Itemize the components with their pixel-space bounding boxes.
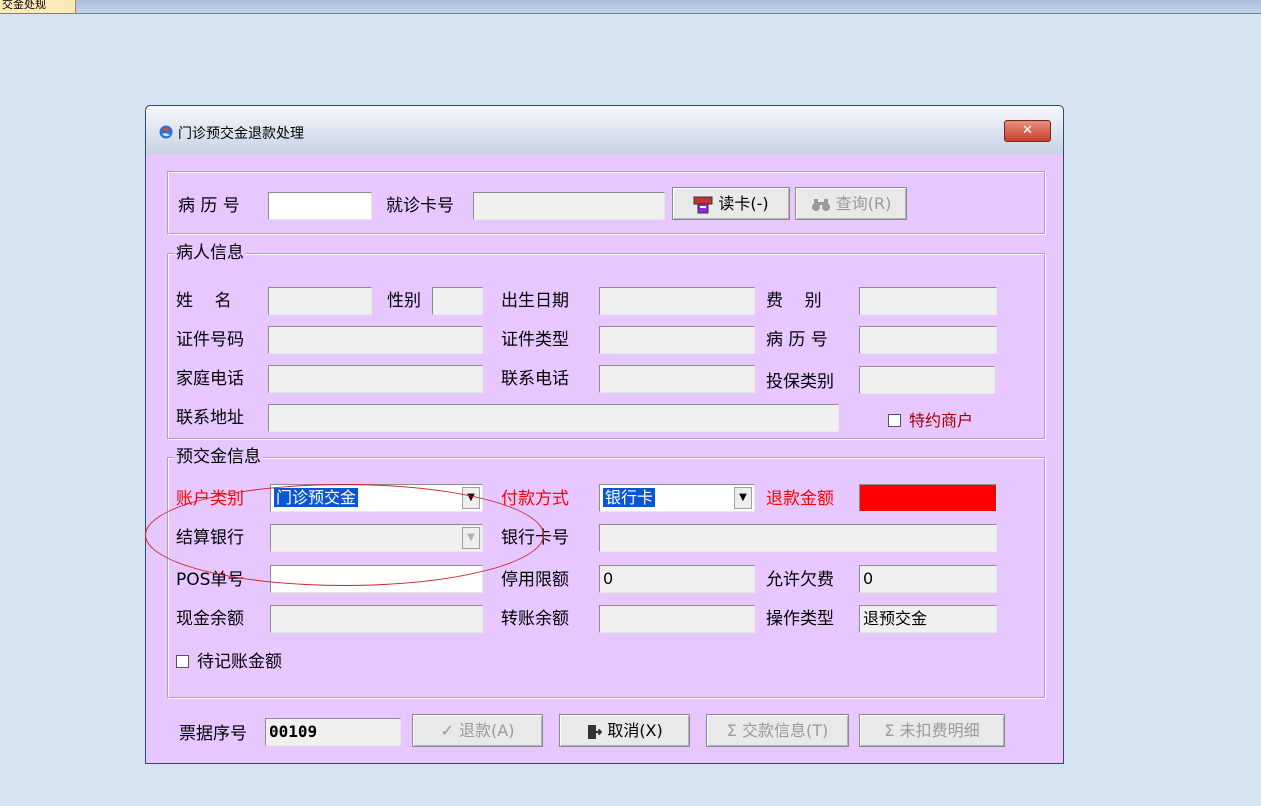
pos-no-label: POS单号 [176, 570, 245, 590]
chevron-down-icon[interactable]: ▼ [734, 487, 752, 509]
read-card-label: 读卡(-) [718, 194, 769, 213]
binoculars-icon [811, 198, 830, 211]
title-bar: 门诊预交金退款处理 ✕ [146, 106, 1063, 154]
chevron-down-icon[interactable]: ▼ [462, 487, 480, 509]
address-field[interactable] [268, 404, 839, 432]
record-no-label: 病 历 号 [178, 196, 240, 216]
close-button[interactable]: ✕ [1004, 120, 1051, 142]
address-label: 联系地址 [176, 408, 244, 428]
id-type-field[interactable] [599, 326, 755, 354]
bank-card-label: 银行卡号 [501, 528, 569, 548]
op-type-field[interactable]: 退预交金 [859, 605, 997, 633]
id-no-label: 证件号码 [176, 330, 244, 350]
search-group: 病 历 号 就诊卡号 读卡(-) 查询(R) [167, 171, 1045, 234]
special-merchant-label: 特约商户 [909, 411, 974, 430]
query-button[interactable]: 查询(R) [795, 187, 907, 220]
app-logo-icon [159, 125, 173, 139]
window-title: 门诊预交金退款处理 [178, 126, 304, 142]
card-reader-icon [693, 196, 713, 213]
receipt-no-field[interactable]: 00109 [265, 718, 401, 746]
cash-balance-field[interactable] [270, 605, 483, 633]
pending-amount-checkbox[interactable] [176, 655, 189, 668]
patient-info-legend: 病人信息 [174, 242, 246, 264]
account-type-select[interactable]: 门诊预交金 ▼ [270, 484, 483, 512]
op-type-label: 操作类型 [766, 609, 834, 629]
birth-date-field[interactable] [599, 287, 755, 315]
refund-amount-input[interactable] [859, 484, 997, 512]
account-type-value: 门诊预交金 [274, 488, 359, 507]
name-label: 姓 名 [176, 291, 232, 311]
read-card-button[interactable]: 读卡(-) [672, 187, 790, 220]
pay-method-select[interactable]: 银行卡 ▼ [599, 484, 755, 512]
fee-type-field[interactable] [859, 287, 997, 315]
insurance-type-field[interactable] [859, 366, 995, 394]
top-bar: 交金处规 [0, 0, 1261, 14]
checkmark-icon: ✓ [440, 721, 454, 740]
payment-info-button-label: 交款信息(T) [741, 721, 829, 740]
special-merchant-checkbox[interactable] [888, 414, 901, 427]
transfer-balance-label: 转账余额 [501, 609, 569, 629]
contact-phone-field[interactable] [599, 365, 755, 393]
chevron-down-icon[interactable]: ▼ [462, 527, 480, 549]
pay-method-label: 付款方式 [501, 489, 569, 509]
sigma-icon: Σ [726, 721, 737, 740]
patient-info-group: 病人信息 姓 名 性别 出生日期 费 别 证件号码 证件类型 病 历 号 家庭电… [167, 242, 1045, 439]
payment-info-button[interactable]: Σ 交款信息(T) [706, 714, 849, 747]
sigma-icon: Σ [884, 721, 895, 740]
gender-label: 性别 [387, 291, 421, 311]
top-tab[interactable]: 交金处规 [0, 0, 76, 13]
id-no-field[interactable] [268, 326, 483, 354]
patient-record-no-field[interactable] [859, 326, 997, 354]
cash-balance-label: 现金余额 [176, 609, 244, 629]
undeducted-detail-button[interactable]: Σ 未扣费明细 [859, 714, 1005, 747]
pay-method-value: 银行卡 [603, 488, 656, 507]
birth-date-label: 出生日期 [501, 291, 569, 311]
dialog-body: 病 历 号 就诊卡号 读卡(-) 查询(R) 病人信息 姓 名 性别 出生日期 … [158, 163, 1053, 753]
home-phone-field[interactable] [268, 365, 483, 393]
transfer-balance-field[interactable] [599, 605, 755, 633]
deposit-info-group: 预交金信息 账户类别 门诊预交金 ▼ 付款方式 银行卡 ▼ 退款金额 结算银行 … [167, 446, 1045, 698]
id-type-label: 证件类型 [501, 330, 569, 350]
gender-field[interactable] [432, 287, 483, 315]
home-phone-label: 家庭电话 [176, 369, 244, 389]
receipt-no-label: 票据序号 [179, 724, 247, 744]
refund-dialog: 门诊预交金退款处理 ✕ 病 历 号 就诊卡号 读卡(-) 查询(R) 病人信息 … [145, 105, 1064, 764]
record-no-input[interactable] [268, 192, 372, 220]
pending-amount-label: 待记账金额 [197, 652, 282, 672]
exit-door-icon [588, 724, 603, 739]
contact-phone-label: 联系电话 [501, 369, 569, 389]
allow-debt-field[interactable]: 0 [859, 565, 997, 593]
deposit-info-legend: 预交金信息 [174, 446, 263, 468]
account-type-label: 账户类别 [176, 489, 244, 509]
refund-button-label: 退款(A) [459, 721, 515, 740]
insurance-type-label: 投保类别 [766, 372, 834, 392]
fee-type-label: 费 别 [766, 291, 822, 311]
refund-button[interactable]: ✓ 退款(A) [412, 714, 543, 747]
query-label: 查询(R) [835, 194, 892, 213]
allow-debt-label: 允许欠费 [766, 570, 834, 590]
undeducted-button-label: 未扣费明细 [899, 721, 980, 740]
refund-amount-label: 退款金额 [766, 489, 834, 509]
bank-card-field[interactable] [599, 524, 997, 552]
settle-bank-label: 结算银行 [176, 528, 244, 548]
name-field[interactable] [268, 287, 372, 315]
stop-limit-field[interactable]: 0 [599, 565, 755, 593]
stop-limit-label: 停用限额 [501, 570, 569, 590]
cancel-button-label: 取消(X) [607, 721, 663, 740]
cancel-button[interactable]: 取消(X) [559, 714, 690, 747]
card-no-label: 就诊卡号 [386, 196, 454, 216]
card-no-input[interactable] [473, 192, 665, 220]
settle-bank-select[interactable]: ▼ [270, 524, 483, 552]
patient-record-no-label: 病 历 号 [766, 330, 828, 350]
pos-no-input[interactable] [270, 565, 483, 593]
